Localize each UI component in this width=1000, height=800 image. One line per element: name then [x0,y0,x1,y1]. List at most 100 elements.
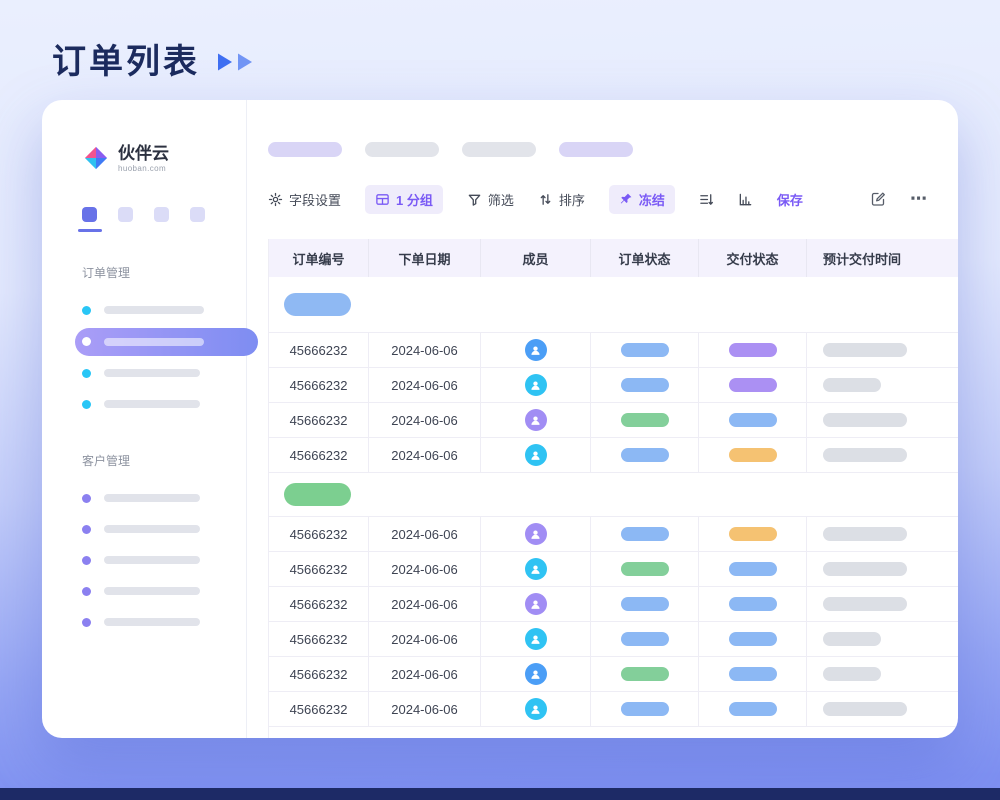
column-header-3[interactable]: 成员 [481,239,591,277]
item-label-placeholder [104,525,200,533]
table-row[interactable]: 456662322024-06-06 [269,657,958,692]
pin-icon [619,192,633,206]
sidebar-item[interactable] [82,358,246,389]
sidebar-item[interactable] [82,576,246,607]
orders-table: 订单编号下单日期成员订单状态交付状态预计交付时间 456662322024-06… [268,239,958,738]
eta-placeholder [823,527,907,541]
sidebar-item[interactable] [82,514,246,545]
eta-cell [807,517,958,551]
column-header-5[interactable]: 交付状态 [699,239,807,277]
delivery-status-pill [729,343,777,357]
eta-placeholder [823,448,907,462]
member-cell [481,517,591,551]
table-row[interactable]: 456662322024-06-06 [269,333,958,368]
order-date-cell: 2024-06-06 [369,438,481,472]
delivery-status-cell [699,552,807,586]
delivery-status-cell [699,517,807,551]
chart-button[interactable] [738,192,753,207]
delivery-status-pill [729,667,777,681]
column-header-6[interactable]: 预计交付时间 [807,239,958,277]
column-header-2[interactable]: 下单日期 [369,239,481,277]
table-row[interactable]: 456662322024-06-06 [269,438,958,473]
sort-button[interactable]: 排序 [538,190,585,209]
view-tab-4[interactable] [190,207,205,222]
delivery-status-pill [729,632,777,646]
order-status-pill [621,597,669,611]
item-label-placeholder [104,306,204,314]
group-header-row[interactable] [269,277,958,333]
eta-cell [807,438,958,472]
table-row[interactable]: 456662322024-06-06 [269,692,958,727]
row-height-button[interactable] [699,192,714,207]
item-dot-icon [82,525,91,534]
sidebar-item[interactable] [82,607,246,638]
item-label-placeholder [104,618,200,626]
view-tab-3[interactable] [154,207,169,222]
sort-arrows-icon [538,192,553,207]
member-cell [481,622,591,656]
sidebar-sections: 订单管理客户管理 [82,264,246,638]
eta-placeholder [823,562,907,576]
order-status-pill [621,667,669,681]
sort-label: 排序 [559,190,585,209]
sidebar-item[interactable] [82,295,246,326]
delivery-status-cell [699,587,807,621]
group-header-row[interactable] [269,473,958,517]
member-cell [481,438,591,472]
member-avatar-icon [525,558,547,580]
order-status-pill [621,562,669,576]
group-label-placeholder [284,483,351,506]
sidebar-item[interactable] [82,389,246,420]
table-row[interactable]: 456662322024-06-06 [269,552,958,587]
member-avatar-icon [525,628,547,650]
column-header-1[interactable]: 订单编号 [269,239,369,277]
item-dot-icon [82,306,91,315]
sidebar-view-tabs [82,207,246,232]
bar-chart-icon [738,192,753,207]
order-no-cell: 45666232 [269,657,369,691]
save-button[interactable]: 保存 [777,190,803,209]
eta-cell [807,368,958,402]
table-row[interactable]: 456662322024-06-06 [269,622,958,657]
table-row[interactable]: 456662322024-06-06 [269,403,958,438]
field-settings-button[interactable]: 字段设置 [268,190,341,209]
delivery-status-cell [699,368,807,402]
eta-cell [807,552,958,586]
order-status-cell [591,657,699,691]
logo-name: 伙伴云 [118,144,169,164]
sidebar-item[interactable] [82,545,246,576]
freeze-button[interactable]: 冻结 [609,185,675,214]
view-tab-2[interactable] [118,207,133,222]
order-no-cell: 45666232 [269,622,369,656]
play-icons [216,52,254,72]
delivery-status-cell [699,333,807,367]
member-cell [481,657,591,691]
filter-button[interactable]: 筛选 [467,190,514,209]
delivery-status-pill [729,378,777,392]
member-avatar-icon [525,409,547,431]
edit-pencil-icon [870,191,886,207]
table-row[interactable]: 456662322024-06-06 [269,368,958,403]
order-status-cell [591,438,699,472]
table-row[interactable]: 456662322024-06-06 [269,587,958,622]
logo-text: 伙伴云 huoban.com [118,144,169,173]
sidebar-item-active[interactable] [75,328,258,356]
placeholder-pill [559,142,633,157]
more-button[interactable]: ⋯ [910,189,928,209]
order-status-pill [621,413,669,427]
order-status-pill [621,378,669,392]
table-row[interactable]: 456662322024-06-06 [269,517,958,552]
column-header-4[interactable]: 订单状态 [591,239,699,277]
item-dot-icon [82,369,91,378]
order-status-cell [591,552,699,586]
view-tab-1[interactable] [82,207,97,222]
order-status-cell [591,368,699,402]
page-header: 订单列表 [52,34,254,83]
order-status-pill [621,343,669,357]
edit-button[interactable] [870,191,886,207]
order-no-cell: 45666232 [269,438,369,472]
group-button[interactable]: 1 分组 [365,185,443,214]
sidebar-item[interactable] [82,483,246,514]
member-avatar-icon [525,593,547,615]
play-icon [216,52,234,72]
